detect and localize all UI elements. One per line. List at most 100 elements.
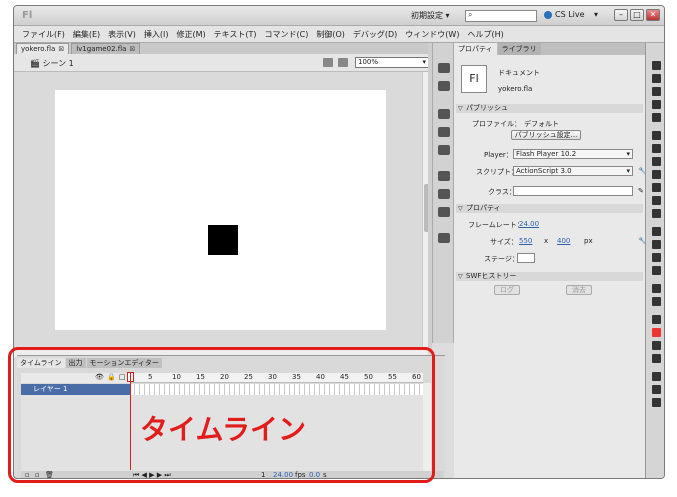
- tab-properties[interactable]: プロパティ: [454, 43, 497, 55]
- profile-label: プロファイル：: [472, 120, 521, 128]
- swf-history-header[interactable]: SWFヒストリー: [456, 272, 643, 281]
- search-icon: ⌕: [468, 10, 473, 19]
- hand-tool-icon[interactable]: [652, 284, 661, 293]
- px-label: px: [584, 237, 593, 245]
- tab-library[interactable]: ライブラリ: [497, 43, 541, 55]
- scene-panel-icon[interactable]: [438, 233, 450, 243]
- scene-label[interactable]: 🎬 シーン 1: [30, 58, 74, 69]
- profile-value: デフォルト: [524, 120, 559, 128]
- timeline-annotation-label: タイムライン: [140, 413, 307, 446]
- title-bar: Fl 初期設定 ⌕ CS Live ▾ – □ ✕: [14, 6, 664, 26]
- straighten-icon[interactable]: [652, 398, 661, 407]
- size-x-label: x: [544, 237, 549, 245]
- 3d-rotation-tool-icon[interactable]: [652, 100, 661, 109]
- menu-file[interactable]: ファイル(F): [22, 29, 65, 40]
- menu-help[interactable]: ヘルプ(H): [467, 29, 503, 40]
- close-tab-icon[interactable]: ⊠: [58, 45, 64, 53]
- fill-color-icon[interactable]: [652, 328, 661, 337]
- log-button[interactable]: ログ: [494, 285, 520, 295]
- menu-commands[interactable]: コマンド(C): [265, 29, 309, 40]
- cs-live-dropdown[interactable]: ▾: [594, 10, 598, 19]
- menu-bar: ファイル(F) 編集(E) 表示(V) 挿入(I) 修正(M) テキスト(T) …: [14, 26, 664, 43]
- eraser-tool-icon[interactable]: [652, 266, 661, 275]
- class-input[interactable]: [513, 186, 633, 196]
- cs-live-icon: [544, 10, 552, 19]
- pen-tool-icon[interactable]: [652, 131, 661, 140]
- doc-tab-lv1game02[interactable]: lv1game02.fla ⊠: [71, 43, 141, 54]
- edit-symbol-icon[interactable]: [338, 58, 348, 67]
- lasso-tool-icon[interactable]: [652, 113, 661, 122]
- flash-logo: Fl: [22, 10, 33, 21]
- snap-to-objects-icon[interactable]: [652, 372, 661, 381]
- clear-button[interactable]: 消去: [566, 285, 592, 295]
- swatches-icon[interactable]: [438, 81, 450, 91]
- stroke-color-icon[interactable]: [652, 315, 661, 324]
- player-label: Player：: [484, 151, 513, 159]
- stage-area: [14, 72, 428, 352]
- publish-section-header[interactable]: パブリッシュ: [456, 104, 643, 113]
- zoom-tool-icon[interactable]: [652, 297, 661, 306]
- pencil-tool-icon[interactable]: [652, 183, 661, 192]
- close-tab-icon[interactable]: ⊠: [129, 45, 135, 53]
- width-value[interactable]: 550: [519, 237, 532, 245]
- cs-live-label: CS Live: [555, 10, 585, 19]
- script-select[interactable]: ActionScript 3.0: [513, 166, 633, 176]
- scene-name: シーン 1: [42, 59, 74, 68]
- brush-tool-icon[interactable]: [652, 196, 661, 205]
- text-tool-icon[interactable]: [652, 144, 661, 153]
- transform-icon[interactable]: [438, 145, 450, 155]
- stage[interactable]: [55, 90, 386, 330]
- menu-view[interactable]: 表示(V): [108, 29, 136, 40]
- motion-presets-icon[interactable]: [438, 207, 450, 217]
- close-button[interactable]: ✕: [646, 9, 660, 21]
- scene-bar: 🎬 シーン 1 100%: [14, 54, 429, 72]
- selection-tool-icon[interactable]: [652, 61, 661, 70]
- menu-control[interactable]: 制御(O): [316, 29, 345, 40]
- smooth-icon[interactable]: [652, 385, 661, 394]
- menu-text[interactable]: テキスト(T): [214, 29, 257, 40]
- line-tool-icon[interactable]: [652, 157, 661, 166]
- search-input[interactable]: ⌕: [465, 10, 537, 22]
- stage-label: ステージ：: [484, 255, 519, 263]
- minimize-button[interactable]: –: [614, 9, 628, 21]
- cs-live-button[interactable]: CS Live: [544, 10, 585, 19]
- rectangle-tool-icon[interactable]: [652, 170, 661, 179]
- eyedropper-tool-icon[interactable]: [652, 253, 661, 262]
- panel-icon-strip: [432, 43, 454, 343]
- menu-debug[interactable]: デバッグ(D): [353, 29, 397, 40]
- bone-tool-icon[interactable]: [652, 227, 661, 236]
- deco-tool-icon[interactable]: [652, 209, 661, 218]
- components-icon[interactable]: [438, 189, 450, 199]
- workspace-dropdown[interactable]: 初期設定: [411, 10, 450, 21]
- color-panel-icon[interactable]: [438, 63, 450, 73]
- subselection-tool-icon[interactable]: [652, 74, 661, 83]
- paint-bucket-tool-icon[interactable]: [652, 240, 661, 249]
- swap-colors-icon[interactable]: [652, 354, 661, 363]
- menu-edit[interactable]: 編集(E): [73, 29, 100, 40]
- document-tabs: yokero.fla ⊠ lv1game02.fla ⊠: [14, 43, 428, 54]
- free-transform-tool-icon[interactable]: [652, 87, 661, 96]
- maximize-button[interactable]: □: [630, 9, 644, 21]
- zoom-dropdown[interactable]: 100%: [355, 57, 429, 68]
- align-icon[interactable]: [438, 109, 450, 119]
- fill-swatch-icon[interactable]: [652, 341, 661, 350]
- publish-settings-button[interactable]: パブリッシュ設定...: [511, 130, 581, 140]
- player-select[interactable]: Flash Player 10.2: [513, 149, 633, 159]
- black-square-shape[interactable]: [208, 225, 238, 255]
- properties-section-header[interactable]: プロパティ: [456, 204, 643, 213]
- code-snippets-icon[interactable]: [438, 171, 450, 181]
- doc-tab-label: yokero.fla: [21, 45, 56, 53]
- fps-label: フレームレート：: [468, 221, 524, 229]
- menu-insert[interactable]: 挿入(I): [144, 29, 169, 40]
- pencil-icon[interactable]: ✎: [638, 187, 644, 195]
- tools-panel: [645, 43, 664, 478]
- document-icon: Fl: [461, 65, 487, 93]
- info-icon[interactable]: [438, 127, 450, 137]
- stage-color-swatch[interactable]: [517, 253, 535, 263]
- doc-tab-yokero[interactable]: yokero.fla ⊠: [16, 43, 70, 54]
- fps-value[interactable]: 24.00: [519, 220, 539, 228]
- edit-scene-icon[interactable]: [323, 58, 333, 67]
- height-value[interactable]: 400: [557, 237, 570, 245]
- menu-modify[interactable]: 修正(M): [176, 29, 205, 40]
- menu-window[interactable]: ウィンドウ(W): [405, 29, 459, 40]
